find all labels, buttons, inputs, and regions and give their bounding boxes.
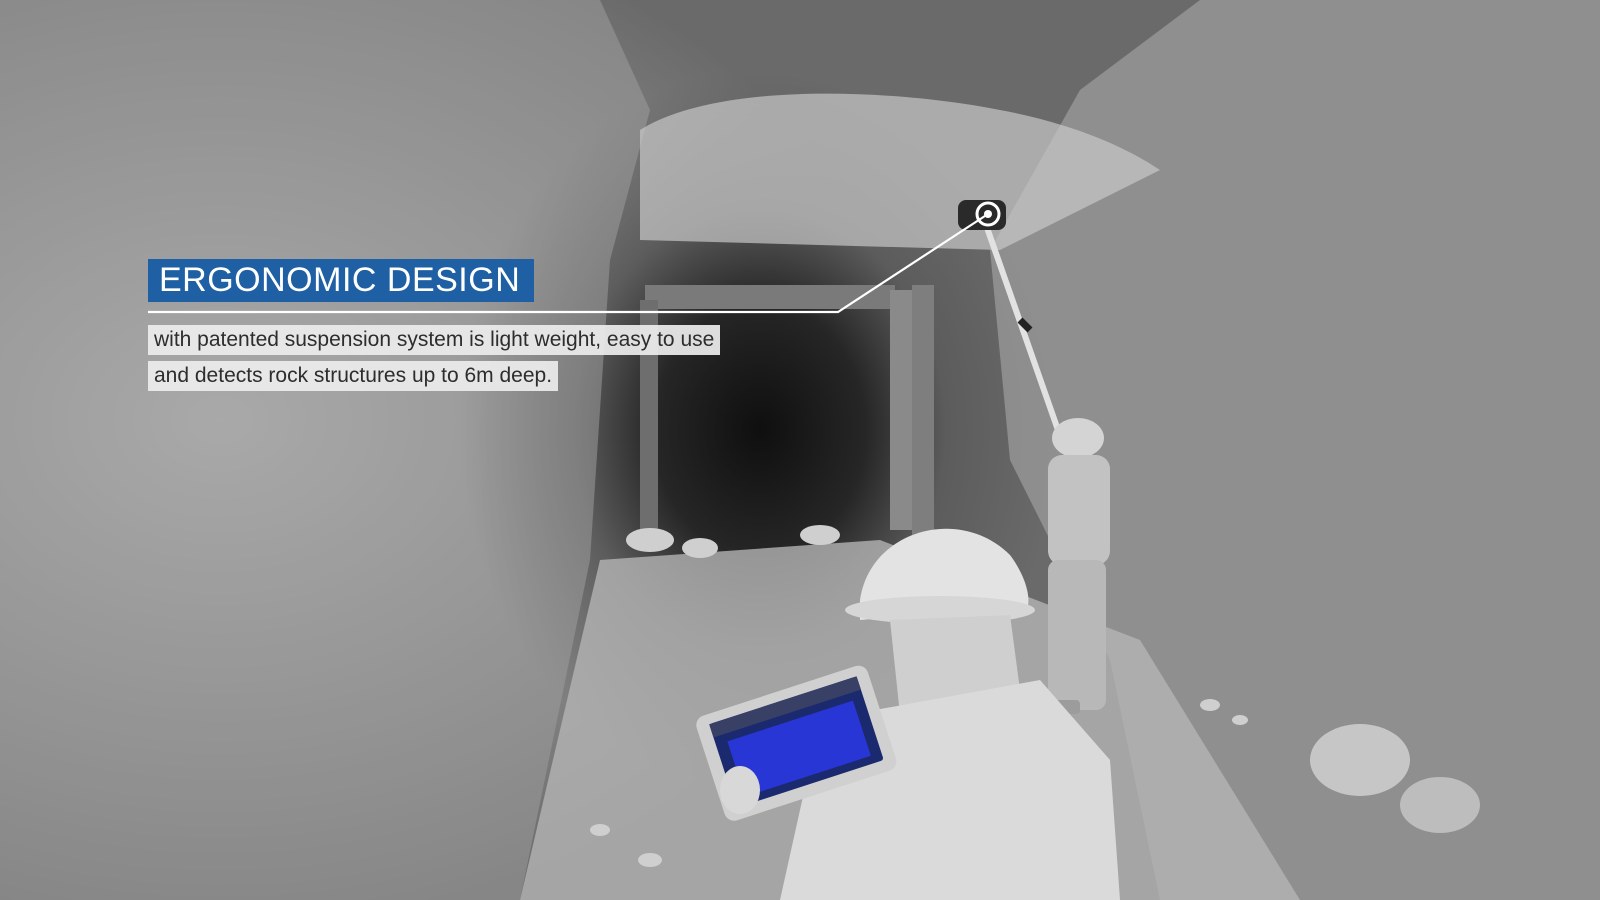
support-post-mid (912, 285, 934, 535)
callout-description-line-1: with patented suspension system is light… (148, 325, 721, 355)
callout-title: ERGONOMIC DESIGN (148, 259, 535, 302)
scene-illustration (0, 0, 1600, 900)
support-beam-top (645, 285, 895, 309)
mine-tunnel-scene: ERGONOMIC DESIGN with patented suspensio… (0, 0, 1600, 900)
callout-description-line-2: and detects rock structures up to 6m dee… (148, 361, 559, 391)
